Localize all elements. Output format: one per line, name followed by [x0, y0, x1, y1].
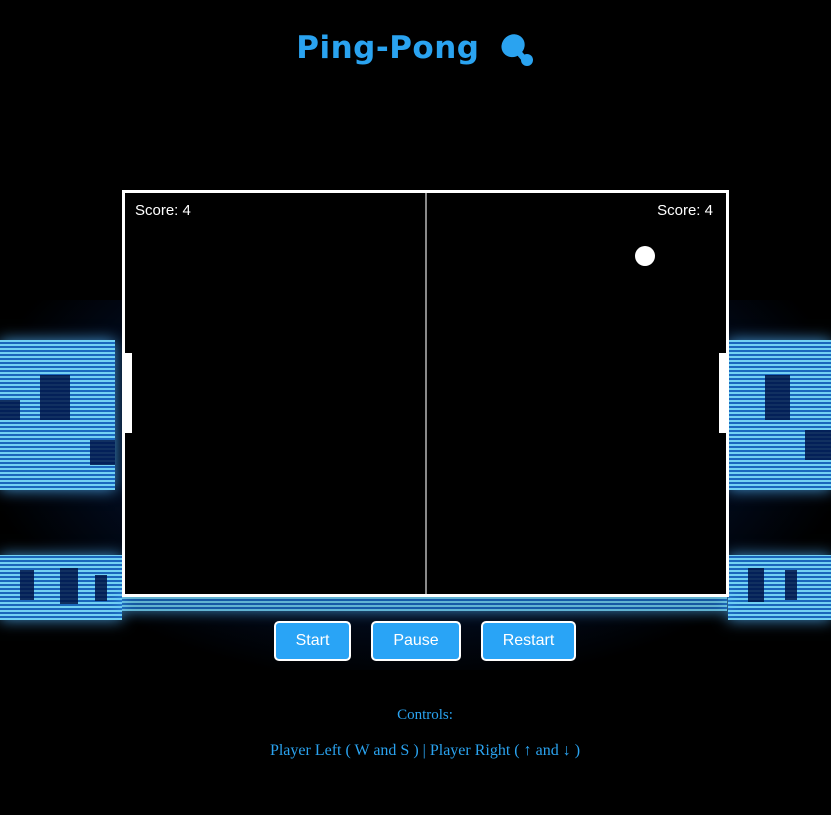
paddle-right	[719, 353, 729, 433]
bg-glyph-gap	[40, 375, 70, 420]
center-net-line	[425, 193, 427, 594]
restart-button[interactable]: Restart	[481, 621, 576, 661]
bg-glyph-gap	[60, 568, 78, 604]
score-right: Score: 4	[657, 202, 713, 219]
bg-glyph-gap	[765, 375, 790, 420]
ping-pong-paddle-icon	[499, 33, 535, 67]
bg-glyph-gap	[0, 400, 20, 420]
controls-description: Player Left ( W and S ) | Player Right (…	[269, 742, 581, 759]
paddle-left	[122, 353, 132, 433]
bg-glyph-gap	[785, 570, 797, 600]
game-board[interactable]: Score: 4 Score: 4	[122, 190, 729, 597]
bg-glyph-gap	[748, 568, 764, 602]
page-title: Ping-Pong	[0, 30, 831, 67]
bg-glyph-gap	[20, 570, 34, 600]
bg-glyph	[728, 555, 831, 620]
start-button[interactable]: Start	[274, 621, 351, 661]
score-left: Score: 4	[135, 202, 191, 219]
bg-glyph-gap	[95, 575, 107, 601]
bg-glyph-gap	[90, 440, 115, 465]
controls-heading: Controls:	[397, 707, 453, 723]
bg-glyph-gap	[805, 430, 831, 460]
title-text: Ping-Pong	[296, 30, 480, 66]
ball	[635, 246, 655, 266]
pause-button[interactable]: Pause	[371, 621, 461, 661]
